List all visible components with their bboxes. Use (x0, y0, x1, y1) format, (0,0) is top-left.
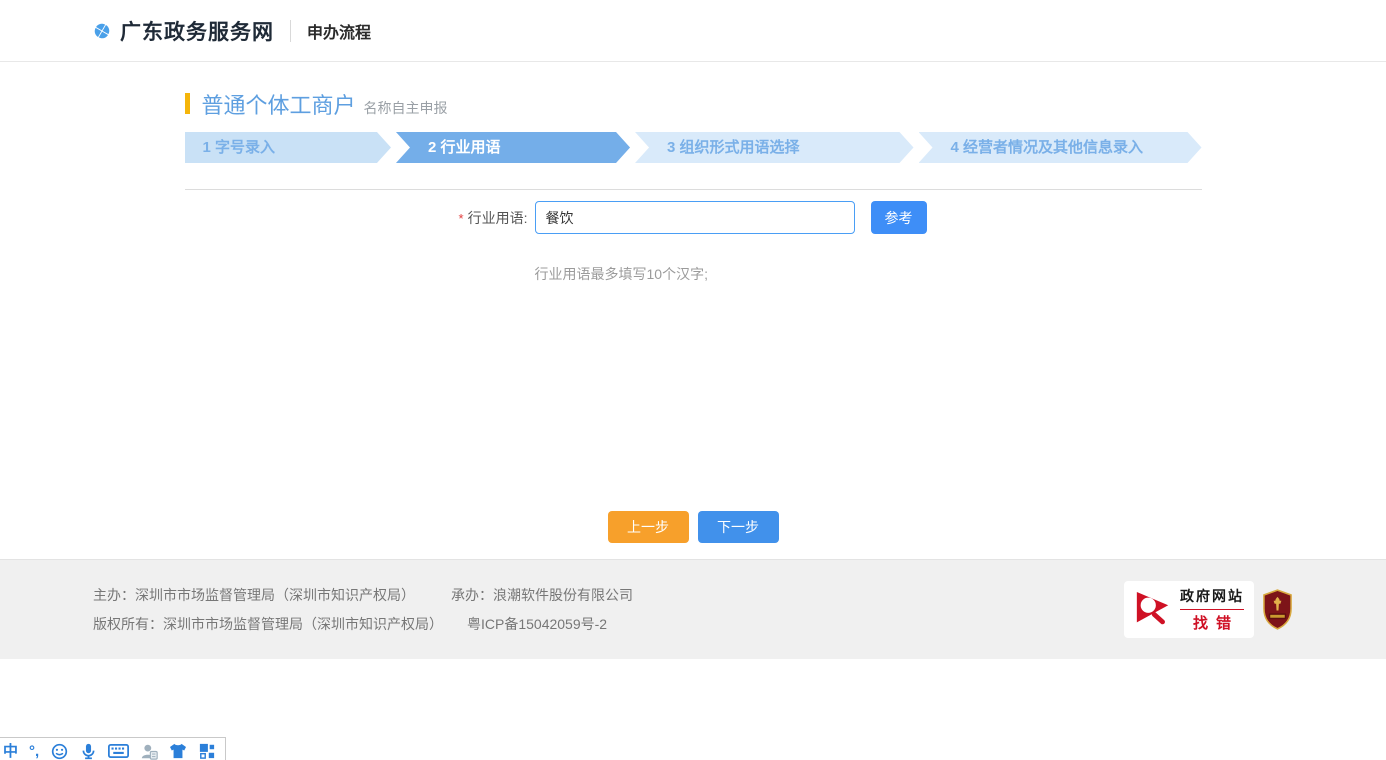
ime-skin-tshirt-icon[interactable] (169, 742, 187, 760)
required-asterisk: * (459, 211, 464, 226)
header: 广东政务服务网 申办流程 (0, 0, 1386, 62)
wizard-step-4[interactable]: 4 经营者情况及其他信息录入 (919, 132, 1202, 163)
next-step-button[interactable]: 下一步 (698, 511, 779, 543)
find-error-badge-line2: 找错 (1185, 612, 1239, 633)
ime-emoji-icon[interactable] (50, 742, 68, 760)
ime-microphone-icon[interactable] (79, 742, 97, 760)
site-logo-pinwheel-icon (93, 22, 111, 40)
industry-term-label: 行业用语: (468, 210, 528, 226)
ime-chinese-mode-icon[interactable]: 中 (3, 743, 18, 760)
page-title-row: 普通个体工商户 名称自主申报 (185, 88, 1202, 118)
wizard-step-1[interactable]: 1 字号录入 (185, 132, 391, 163)
ime-punctuation-icon[interactable]: °, (29, 743, 39, 760)
section-divider (185, 189, 1202, 190)
page-title: 普通个体工商户 (202, 88, 356, 120)
site-title: 广东政务服务网 (120, 16, 274, 46)
title-accent-bar (185, 93, 190, 114)
wizard-step-3[interactable]: 3 组织形式用语选择 (635, 132, 913, 163)
wizard-actions: 上一步 下一步 (185, 511, 1202, 543)
gov-site-find-error-badge[interactable]: 政府网站 找错 (1124, 581, 1254, 638)
footer-copyright: 版权所有：深圳市市场监督管理局（深圳市知识产权局） (93, 616, 443, 632)
footer-host: 主办：深圳市市场监督管理局（深圳市知识产权局） (93, 587, 415, 603)
footer-text-block: 主办：深圳市市场监督管理局（深圳市知识产权局） 承办：浪潮软件股份有限公司 版权所… (93, 576, 633, 643)
industry-term-label-box: * 行业用语: (185, 208, 528, 228)
ime-grid-menu-icon[interactable] (198, 742, 216, 760)
industry-term-input[interactable] (535, 201, 855, 234)
previous-step-button[interactable]: 上一步 (608, 511, 689, 543)
reference-button[interactable]: 参考 (871, 201, 927, 234)
ime-toolbar[interactable]: 中 °, (0, 737, 226, 760)
step-wizard: 1 字号录入 2 行业用语 3 组织形式用语选择 4 经营者情况及其他信息录入 (185, 132, 1202, 163)
find-error-magnifier-icon (1134, 589, 1172, 631)
find-error-badge-line1: 政府网站 (1180, 586, 1244, 610)
footer-undertaker: 承办：浪潮软件股份有限公司 (451, 587, 633, 603)
government-emblem-shield-badge-icon[interactable] (1262, 589, 1293, 630)
main-content: 普通个体工商户 名称自主申报 1 字号录入 2 行业用语 3 组织形式用语选择 … (185, 88, 1202, 543)
wizard-step-2[interactable]: 2 行业用语 (396, 132, 630, 163)
ime-keyboard-icon[interactable] (108, 742, 129, 760)
footer-icp-number: 粤ICP备15042059号-2 (467, 616, 607, 632)
industry-term-row: * 行业用语: 参考 (185, 201, 1202, 234)
page-subtitle: 名称自主申报 (364, 98, 448, 118)
footer-badges: 政府网站 找错 (1124, 581, 1293, 638)
ime-user-dictionary-icon[interactable] (140, 742, 158, 760)
nav-apply-process[interactable]: 申办流程 (307, 19, 371, 43)
header-divider (290, 20, 291, 42)
footer: 主办：深圳市市场监督管理局（深圳市知识产权局） 承办：浪潮软件股份有限公司 版权所… (0, 559, 1386, 659)
industry-term-help-text: 行业用语最多填写10个汉字; (535, 264, 1202, 284)
